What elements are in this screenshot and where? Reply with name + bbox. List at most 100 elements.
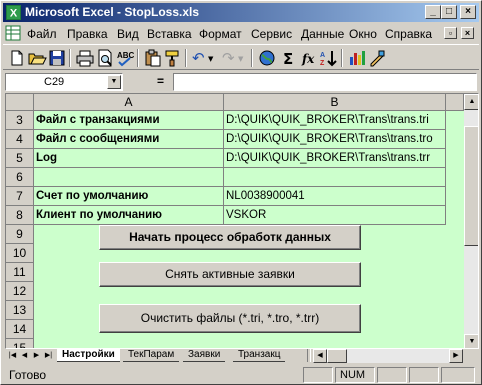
open-icon[interactable] (27, 48, 47, 68)
row-header[interactable]: 11 (6, 263, 34, 282)
row-header[interactable]: 7 (6, 187, 34, 206)
excel-app-icon[interactable]: X (6, 5, 21, 20)
autosum-icon[interactable]: Σ (279, 48, 299, 68)
scroll-left-icon[interactable]: ◀ (313, 349, 327, 363)
menu-tools[interactable]: Сервис (251, 27, 292, 41)
menu-data[interactable]: Данные (301, 27, 344, 41)
cancel-active-orders-button[interactable]: Снять активные заявки (99, 262, 361, 287)
menu-window[interactable]: Окно (349, 27, 377, 41)
web-icon[interactable] (257, 48, 277, 68)
row-header[interactable]: 8 (6, 206, 34, 225)
start-processing-button[interactable]: Начать процесс обработк данных (99, 225, 361, 250)
workbook-close-button[interactable]: × (461, 27, 474, 39)
cell-grid[interactable]: Файл с транзакциями D:\QUIK\QUIK_BROKER\… (34, 111, 464, 348)
toolbar-separator (137, 49, 139, 67)
column-header-a[interactable]: A (34, 94, 224, 111)
close-button[interactable]: × (460, 5, 476, 19)
title-bar[interactable]: X Microsoft Excel - StopLoss.xls _ □ × (3, 3, 479, 22)
spelling-icon[interactable]: ABC (115, 48, 135, 68)
row-header[interactable]: 10 (6, 244, 34, 263)
sort-icon[interactable]: AZ (319, 48, 339, 68)
cell-a7[interactable]: Счет по умолчанию (34, 187, 224, 206)
chart-icon[interactable] (347, 48, 367, 68)
row-header[interactable]: 14 (6, 320, 34, 339)
formula-bar: C29 ▼ = (3, 72, 479, 92)
last-sheet-icon[interactable]: ▶| (43, 350, 54, 361)
menu-help[interactable]: Справка (385, 27, 432, 41)
svg-text:ABC: ABC (117, 51, 135, 60)
vertical-scrollbar[interactable]: ▲ ▼ (464, 94, 478, 348)
window-title: Microsoft Excel - StopLoss.xls (25, 5, 200, 19)
horizontal-scroll-thumb[interactable] (327, 349, 347, 363)
menu-format[interactable]: Формат (199, 27, 242, 41)
maximize-button[interactable]: □ (441, 5, 457, 19)
column-header-c[interactable] (446, 94, 464, 111)
new-icon[interactable] (7, 48, 27, 68)
status-panel (377, 367, 407, 383)
scroll-up-icon[interactable]: ▲ (464, 94, 478, 110)
menu-view[interactable]: Вид (117, 27, 139, 41)
svg-text:↶: ↶ (192, 49, 205, 67)
svg-text:X: X (10, 8, 18, 20)
first-sheet-icon[interactable]: |◀ (7, 350, 18, 361)
cell-a4[interactable]: Файл с сообщениями (34, 130, 224, 149)
prev-sheet-icon[interactable]: ◀ (19, 350, 30, 361)
menu-edit[interactable]: Правка (67, 27, 108, 41)
cell-a6[interactable] (34, 168, 224, 187)
tab-split-handle[interactable] (307, 349, 311, 362)
next-sheet-icon[interactable]: ▶ (31, 350, 42, 361)
svg-text:fx: fx (301, 52, 315, 66)
sheet-tab-orders[interactable]: Заявки (183, 349, 226, 362)
row-header[interactable]: 9 (6, 225, 34, 244)
cell-b7[interactable]: NL0038900041 (224, 187, 446, 206)
scroll-right-icon[interactable]: ▶ (449, 349, 463, 363)
paste-icon[interactable] (143, 48, 163, 68)
print-icon[interactable] (75, 48, 95, 68)
name-box[interactable]: C29 (5, 73, 123, 91)
cell-b8[interactable]: VSKOR (224, 206, 446, 225)
status-text: Готово (9, 368, 47, 382)
workbook-restore-button[interactable]: ▫ (444, 27, 457, 39)
save-icon[interactable] (47, 48, 67, 68)
workbook-icon[interactable] (5, 25, 21, 41)
menu-file[interactable]: Файл (27, 27, 57, 41)
sheet-tab-transactions[interactable]: Транзакц (233, 349, 286, 362)
row-header[interactable]: 3 (6, 111, 34, 130)
cell-b4[interactable]: D:\QUIK\QUIK_BROKER\Trans\trans.tro (224, 130, 446, 149)
cell-b6[interactable] (224, 168, 446, 187)
menu-insert[interactable]: Вставка (147, 27, 192, 41)
svg-text:Z: Z (320, 60, 325, 67)
row-header[interactable]: 4 (6, 130, 34, 149)
cell-a3[interactable]: Файл с транзакциями (34, 111, 224, 130)
row-header[interactable]: 6 (6, 168, 34, 187)
column-header-b[interactable]: B (224, 94, 446, 111)
toolbar-separator (251, 49, 253, 67)
vertical-scroll-thumb[interactable] (464, 126, 478, 246)
resize-grip[interactable] (441, 367, 475, 383)
sheet-tab-settings[interactable]: Настройки (57, 349, 120, 362)
select-all-corner[interactable] (6, 94, 34, 111)
formula-input[interactable] (173, 73, 477, 91)
row-header[interactable]: 15 (6, 339, 34, 348)
row-header[interactable]: 12 (6, 282, 34, 301)
row-header[interactable]: 5 (6, 149, 34, 168)
svg-text:▼: ▼ (208, 55, 214, 63)
undo-icon[interactable]: ↶ ▼ (191, 48, 217, 68)
redo-icon[interactable]: ↷ ▼ (221, 48, 247, 68)
print-preview-icon[interactable] (95, 48, 115, 68)
cell-b5[interactable]: D:\QUIK\QUIK_BROKER\Trans\trans.trr (224, 149, 446, 168)
cell-a8[interactable]: Клиент по умолчанию (34, 206, 224, 225)
drawing-icon[interactable] (367, 48, 387, 68)
minimize-button[interactable]: _ (425, 5, 441, 19)
cell-a5[interactable]: Log (34, 149, 224, 168)
sheet-tab-params[interactable]: ТекПарам (123, 349, 180, 362)
cell-b3[interactable]: D:\QUIK\QUIK_BROKER\Trans\trans.tri (224, 111, 446, 130)
clear-files-button[interactable]: Очистить файлы (*.tri, *.tro, *.trr) (99, 304, 361, 333)
scroll-down-icon[interactable]: ▼ (464, 334, 478, 348)
format-painter-icon[interactable] (163, 48, 183, 68)
name-box-dropdown-icon[interactable]: ▼ (107, 75, 121, 89)
function-icon[interactable]: fx (299, 48, 319, 68)
horizontal-scrollbar[interactable]: ◀ ▶ (313, 349, 463, 363)
row-header[interactable]: 13 (6, 301, 34, 320)
formula-equals-sign[interactable]: = (157, 74, 164, 88)
